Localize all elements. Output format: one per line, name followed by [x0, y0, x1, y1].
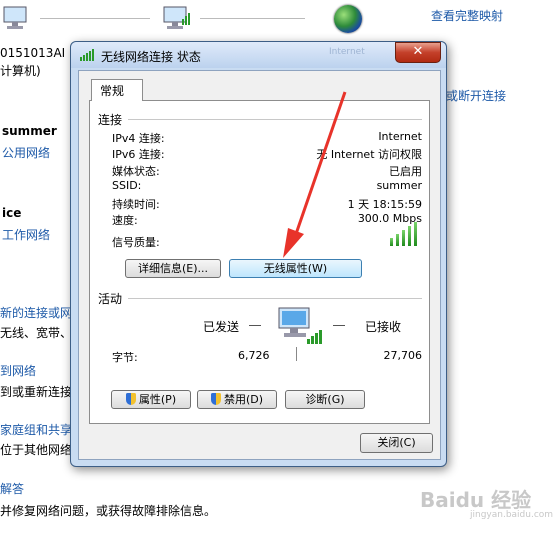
- pc-name: 0151013AI: [0, 46, 66, 60]
- ipv6-label: IPv6 连接:: [112, 148, 165, 161]
- activity-section-title: 活动: [98, 292, 123, 306]
- connection-section-title: 连接: [98, 113, 123, 127]
- disable-button-label: 禁用(D): [223, 393, 264, 406]
- received-dash: [333, 325, 345, 326]
- network1-name: summer: [2, 124, 57, 138]
- dialog-title: 无线网络连接 状态: [101, 50, 201, 64]
- faded-internet-label: Internet: [329, 47, 365, 57]
- diagnose-button[interactable]: 诊断(G): [285, 390, 365, 409]
- new-connection-link[interactable]: 新的连接或网: [0, 304, 72, 321]
- signal-quality-label: 信号质量:: [112, 236, 160, 249]
- activity-divider: [296, 347, 297, 361]
- network1-type-link[interactable]: 公用网络: [2, 144, 50, 161]
- signal-bar: [390, 238, 393, 246]
- watermark-url: jingyan.baidu.com: [470, 510, 553, 520]
- connection-line: [40, 18, 150, 19]
- general-panel: 连接 IPv4 连接: Internet IPv6 连接: 无 Internet…: [89, 100, 430, 424]
- pc-sub: 计算机): [0, 64, 41, 78]
- connection-line: [200, 18, 305, 19]
- wireless-signal-icon: [79, 48, 95, 65]
- speed-label: 速度:: [112, 214, 138, 227]
- disable-button[interactable]: 禁用(D): [197, 390, 277, 409]
- wireless-status-dialog: 无线网络连接 状态 Internet ✕ 常规 连接 IPv4 连接: Inte…: [70, 41, 447, 467]
- bytes-sent-value: 6,726: [238, 349, 270, 362]
- shield-icon: [210, 393, 221, 405]
- signal-bar: [414, 222, 417, 246]
- duration-value: 1 天 18:15:59: [347, 198, 422, 211]
- section-divider: [128, 119, 422, 120]
- ssid-value: summer: [376, 179, 422, 192]
- signal-bar: [402, 230, 405, 246]
- bytes-received-value: 27,706: [383, 349, 423, 362]
- media-state-label: 媒体状态:: [112, 165, 160, 178]
- watermark-logo: Baidu 经验: [420, 488, 532, 512]
- received-label: 已接收: [365, 320, 402, 334]
- homegroup-desc: 位于其他网络: [0, 443, 73, 457]
- duration-label: 持续时间:: [112, 198, 160, 211]
- dialog-titlebar[interactable]: 无线网络连接 状态 Internet ✕: [71, 42, 446, 68]
- ipv6-value: 无 Internet 访问权限: [316, 148, 422, 161]
- sent-dash: [249, 325, 261, 326]
- properties-button-label: 属性(P): [138, 393, 177, 406]
- ipv4-value: Internet: [378, 130, 422, 143]
- homegroup-link[interactable]: 家庭组和共享: [0, 421, 72, 438]
- close-button[interactable]: 关闭(C): [360, 433, 433, 453]
- details-button[interactable]: 详细信息(E)...: [125, 259, 221, 278]
- computer-icon: [2, 5, 32, 31]
- bytes-label: 字节:: [112, 351, 138, 364]
- troubleshoot-link[interactable]: 解答: [0, 480, 24, 497]
- troubleshoot-desc: 并修复网络问题，或获得故障排除信息。: [0, 504, 217, 518]
- close-icon[interactable]: ✕: [395, 42, 441, 63]
- disconnect-link[interactable]: 或断开连接: [446, 87, 506, 104]
- tab-general[interactable]: 常规: [91, 79, 143, 101]
- media-state-value: 已启用: [389, 165, 422, 178]
- wireless-properties-button[interactable]: 无线属性(W): [229, 259, 362, 278]
- ipv4-label: IPv4 连接:: [112, 132, 165, 145]
- sent-label: 已发送: [203, 320, 240, 334]
- dialog-client: 常规 连接 IPv4 连接: Internet IPv6 连接: 无 Inter…: [78, 70, 441, 460]
- connect-to-network-link[interactable]: 到网络: [0, 362, 36, 379]
- internet-globe-icon: [334, 5, 362, 33]
- network2-name: ice: [2, 206, 22, 220]
- properties-button[interactable]: 属性(P): [111, 390, 191, 409]
- network-activity-icon: [277, 305, 327, 350]
- shield-icon: [125, 393, 136, 405]
- signal-bar: [396, 234, 399, 246]
- signal-strength-bars: [390, 222, 420, 246]
- wireless-router-icon: [162, 5, 192, 31]
- connect-desc: 到或重新连接: [0, 385, 73, 399]
- section-divider: [128, 298, 422, 299]
- ssid-label: SSID:: [112, 179, 142, 192]
- new-connection-desc: 无线、宽带、: [0, 326, 73, 340]
- network2-type-link[interactable]: 工作网络: [2, 226, 50, 243]
- view-full-map-link[interactable]: 查看完整映射: [431, 7, 503, 24]
- signal-bar: [408, 226, 411, 246]
